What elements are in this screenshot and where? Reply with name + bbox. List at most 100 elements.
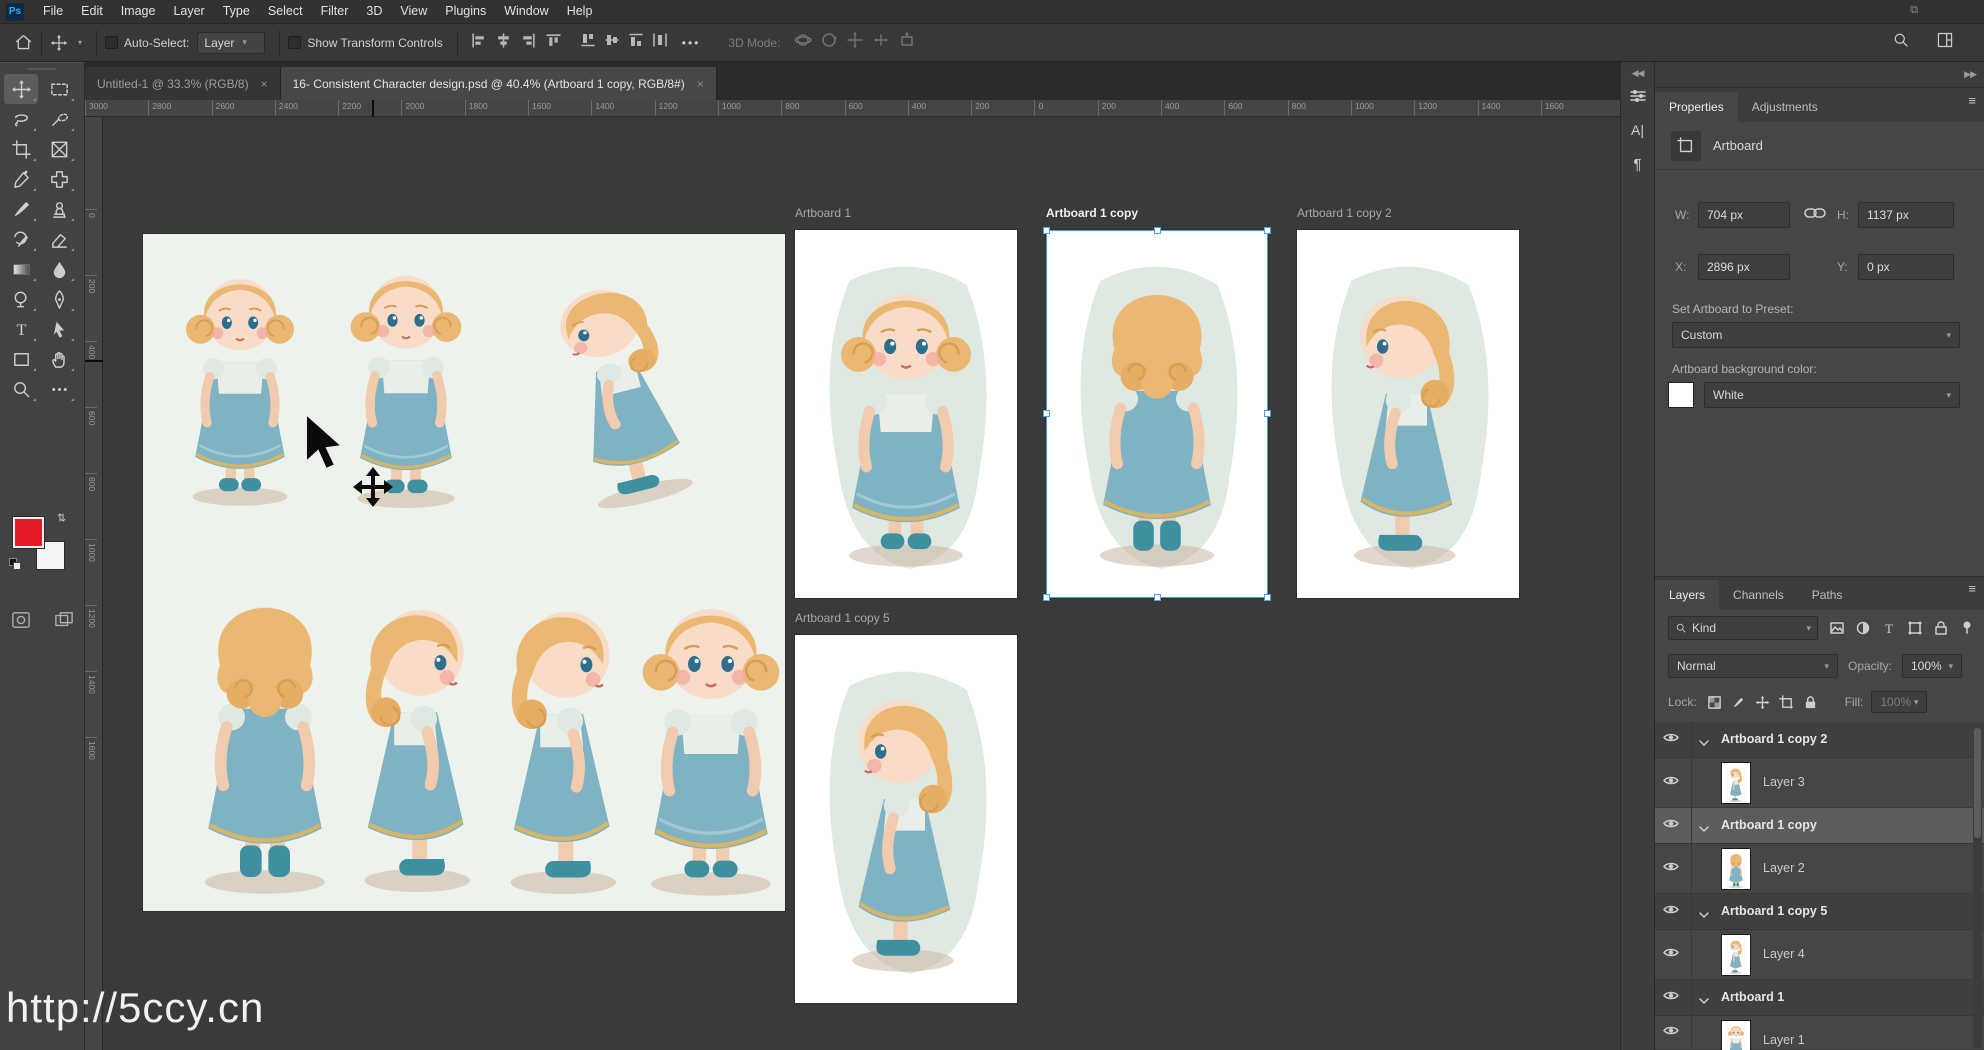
brush-settings-panel-icon[interactable]	[1621, 79, 1654, 113]
layer-thumbnail[interactable]	[1721, 934, 1751, 976]
artboard-bg-color-swatch[interactable]	[1668, 382, 1694, 408]
align-centers-h-icon[interactable]	[495, 32, 512, 54]
layer-thumbnail[interactable]	[1721, 848, 1751, 890]
toolbar-grip[interactable]	[27, 68, 57, 70]
layer-row-layer-1[interactable]: Layer 1	[1655, 1016, 1984, 1050]
preset-dropdown[interactable]: Custom▾	[1672, 322, 1960, 348]
search-icon[interactable]	[1892, 31, 1910, 54]
zoom-tool[interactable]	[4, 374, 38, 404]
layers-panel-menu-icon[interactable]: ≡	[1968, 584, 1976, 594]
visibility-eye-icon[interactable]	[1662, 730, 1680, 749]
move-tool[interactable]	[4, 74, 38, 104]
align-right-edges-icon[interactable]	[520, 32, 537, 54]
width-field[interactable]: 704 px	[1698, 202, 1790, 228]
auto-select-target-dropdown[interactable]: Layer▾	[197, 32, 265, 54]
artboard-1[interactable]	[795, 230, 1017, 598]
character-reference-image[interactable]	[143, 234, 785, 911]
workspace-switcher-icon[interactable]	[1936, 31, 1954, 54]
character-panel-icon[interactable]: A|	[1621, 113, 1654, 147]
tab-paths[interactable]: Paths	[1798, 580, 1857, 610]
tab-adjustments[interactable]: Adjustments	[1738, 92, 1832, 122]
layer-thumbnail[interactable]	[1721, 762, 1751, 804]
layers-scrollbar-thumb[interactable]	[1974, 728, 1981, 838]
lock-all-icon[interactable]	[1803, 695, 1818, 710]
filter-adjustment-layers-icon[interactable]	[1853, 618, 1873, 638]
lock-transparency-icon[interactable]	[1707, 695, 1722, 710]
distribute-h-icon[interactable]	[652, 32, 668, 53]
layer-row-artboard-1-copy-2[interactable]: Artboard 1 copy 2	[1655, 722, 1984, 758]
filter-pixel-layers-icon[interactable]	[1827, 618, 1847, 638]
move-tool-preset-icon[interactable]: ▾	[50, 32, 88, 54]
menu-type[interactable]: Type	[214, 0, 259, 23]
eraser-tool[interactable]	[42, 224, 76, 254]
home-icon[interactable]	[14, 33, 33, 52]
layer-row-layer-4[interactable]: Layer 4	[1655, 930, 1984, 980]
align-left-edges-icon[interactable]	[470, 32, 487, 54]
y-field[interactable]: 0 px	[1858, 254, 1954, 280]
layer-row-artboard-1-copy-5[interactable]: Artboard 1 copy 5	[1655, 894, 1984, 930]
layer-thumbnail[interactable]	[1721, 1020, 1751, 1050]
opacity-field[interactable]: 100%▾	[1902, 654, 1962, 678]
visibility-eye-icon[interactable]	[1662, 773, 1680, 792]
artboard-1-copy-2-label[interactable]: Artboard 1 copy 2	[1297, 206, 1392, 220]
blend-mode-dropdown[interactable]: Normal▾	[1668, 654, 1838, 678]
artboard-1-copy-2[interactable]	[1297, 230, 1519, 598]
eyedropper-tool[interactable]	[4, 164, 38, 194]
visibility-eye-icon[interactable]	[1662, 902, 1680, 921]
tab-properties[interactable]: Properties	[1655, 92, 1738, 122]
rectangle-tool[interactable]	[4, 344, 38, 374]
distribute-center-v-icon[interactable]	[604, 32, 620, 53]
screen-mode-icon[interactable]	[54, 611, 74, 634]
foreground-color-swatch[interactable]	[13, 517, 44, 548]
close-tab-icon[interactable]: ×	[261, 77, 268, 91]
menu-plugins[interactable]: Plugins	[436, 0, 495, 23]
x-field[interactable]: 2896 px	[1698, 254, 1790, 280]
menu-edit[interactable]: Edit	[72, 0, 112, 23]
distribute-top-icon[interactable]	[580, 32, 596, 53]
gradient-tool[interactable]	[4, 254, 38, 284]
layer-row-layer-2[interactable]: Layer 2	[1655, 844, 1984, 894]
object-selection-tool[interactable]	[42, 104, 76, 134]
auto-select-checkbox[interactable]	[105, 36, 118, 49]
pen-tool[interactable]	[42, 284, 76, 314]
align-top-edges-icon[interactable]	[545, 32, 562, 54]
clone-stamp-tool[interactable]	[42, 194, 76, 224]
paragraph-panel-icon[interactable]: ¶	[1621, 147, 1654, 181]
horizontal-ruler[interactable]: 3000280026002400220020001800160014001200…	[85, 100, 1620, 117]
lock-artboard-icon[interactable]	[1779, 695, 1794, 710]
tab-layers[interactable]: Layers	[1655, 580, 1719, 610]
tab-channels[interactable]: Channels	[1719, 580, 1798, 610]
lock-pixels-icon[interactable]	[1731, 695, 1746, 710]
history-brush-tool[interactable]	[4, 224, 38, 254]
quick-mask-icon[interactable]	[11, 611, 31, 634]
properties-panel-menu-icon[interactable]: ≡	[1968, 96, 1976, 106]
visibility-eye-icon[interactable]	[1662, 945, 1680, 964]
artboard-1-copy-5[interactable]	[795, 635, 1017, 1003]
tab-untitled-1[interactable]: Untitled-1 @ 33.3% (RGB/8)×	[85, 67, 281, 100]
menu-image[interactable]: Image	[112, 0, 165, 23]
layer-row-layer-3[interactable]: Layer 3	[1655, 758, 1984, 808]
more-align-options-button[interactable]: •••	[682, 36, 701, 50]
path-selection-tool[interactable]	[42, 314, 76, 344]
crop-tool[interactable]	[4, 134, 38, 164]
layer-filter-kind-dropdown[interactable]: Kind▾	[1668, 616, 1818, 640]
brush-tool[interactable]	[4, 194, 38, 224]
artboard-1-copy-label[interactable]: Artboard 1 copy	[1046, 206, 1138, 220]
app-chrome-icon[interactable]: ⧉	[1910, 4, 1918, 17]
lasso-tool[interactable]	[4, 104, 38, 134]
edit-toolbar-button[interactable]	[42, 374, 76, 404]
marquee-tool[interactable]	[42, 74, 76, 104]
artboard-1-copy-5-label[interactable]: Artboard 1 copy 5	[795, 611, 890, 625]
close-tab-icon[interactable]: ×	[697, 77, 704, 91]
menu-view[interactable]: View	[391, 0, 436, 23]
menu-help[interactable]: Help	[558, 0, 602, 23]
menu-layer[interactable]: Layer	[164, 0, 213, 23]
menu-select[interactable]: Select	[259, 0, 312, 23]
visibility-eye-icon[interactable]	[1662, 1023, 1680, 1042]
lock-position-icon[interactable]	[1755, 695, 1770, 710]
healing-brush-tool[interactable]	[42, 164, 76, 194]
visibility-eye-icon[interactable]	[1662, 988, 1680, 1007]
menu-file[interactable]: File	[34, 0, 72, 23]
distribute-bottom-icon[interactable]	[628, 32, 644, 53]
swap-colors-icon[interactable]: ⇄	[55, 513, 68, 522]
